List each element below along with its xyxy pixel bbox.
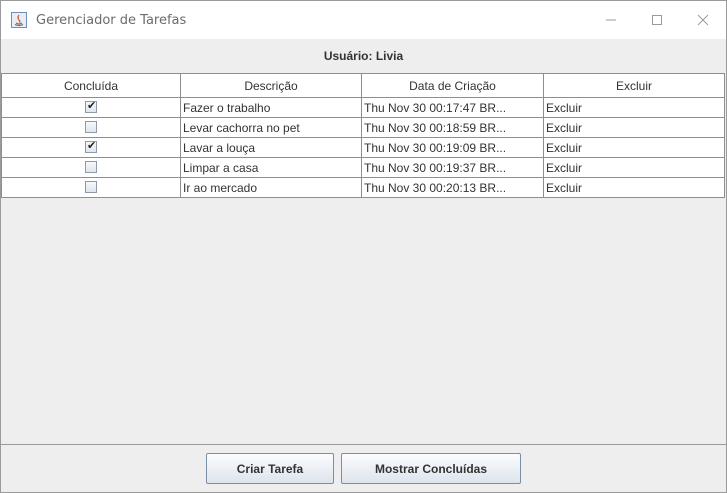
description-cell[interactable]: Fazer o trabalho [180,97,362,118]
created-cell[interactable]: Thu Nov 30 00:20:13 BR... [361,177,544,198]
done-cell[interactable] [1,97,181,118]
done-checkbox[interactable] [85,99,97,114]
header-descricao[interactable]: Descrição [180,73,362,98]
created-cell[interactable]: Thu Nov 30 00:17:47 BR... [361,97,544,118]
delete-cell[interactable]: Excluir [543,157,725,178]
close-button[interactable] [680,1,726,39]
description-cell[interactable]: Ir ao mercado [180,177,362,198]
minimize-icon [606,19,616,21]
user-label: Usuário: Livia [323,49,404,63]
delete-cell[interactable]: Excluir [543,177,725,198]
delete-cell[interactable]: Excluir [543,137,725,158]
app-window: Gerenciador de Tarefas Usuário: Livia Co… [0,0,727,493]
show-completed-button[interactable]: Mostrar Concluídas [341,453,521,484]
created-cell[interactable]: Thu Nov 30 00:19:09 BR... [361,137,544,158]
window-controls [588,1,726,39]
task-table-area: Concluída Descrição Data de Criação Excl… [1,73,726,445]
title-bar: Gerenciador de Tarefas [1,1,726,39]
table-row[interactable]: Ir ao mercado Thu Nov 30 00:20:13 BR... … [1,177,725,198]
table-row[interactable]: Levar cachorra no pet Thu Nov 30 00:18:5… [1,117,725,138]
window-title: Gerenciador de Tarefas [36,12,187,28]
done-cell[interactable] [1,157,181,178]
done-checkbox[interactable] [85,121,97,134]
created-cell[interactable]: Thu Nov 30 00:19:37 BR... [361,157,544,178]
table-row[interactable]: Fazer o trabalho Thu Nov 30 00:17:47 BR.… [1,97,725,118]
create-task-button[interactable]: Criar Tarefa [206,453,334,484]
header-concluida[interactable]: Concluída [1,73,181,98]
created-cell[interactable]: Thu Nov 30 00:18:59 BR... [361,117,544,138]
table-row[interactable]: Lavar a louça Thu Nov 30 00:19:09 BR... … [1,137,725,158]
java-app-icon [11,12,27,28]
button-bar: Criar Tarefa Mostrar Concluídas [1,445,726,492]
done-cell[interactable] [1,117,181,138]
done-checkbox[interactable] [85,139,97,154]
description-cell[interactable]: Lavar a louça [180,137,362,158]
maximize-icon [652,15,662,25]
done-cell[interactable] [1,177,181,198]
done-cell[interactable] [1,137,181,158]
minimize-button[interactable] [588,1,634,39]
table-header-row: Concluída Descrição Data de Criação Excl… [1,73,725,98]
delete-cell[interactable]: Excluir [543,117,725,138]
description-cell[interactable]: Levar cachorra no pet [180,117,362,138]
description-cell[interactable]: Limpar a casa [180,157,362,178]
done-checkbox[interactable] [85,181,97,194]
close-icon [697,14,709,26]
done-checkbox[interactable] [85,161,97,174]
task-table: Concluída Descrição Data de Criação Excl… [1,73,725,198]
header-excluir[interactable]: Excluir [543,73,725,98]
maximize-button[interactable] [634,1,680,39]
table-row[interactable]: Limpar a casa Thu Nov 30 00:19:37 BR... … [1,157,725,178]
header-data-criacao[interactable]: Data de Criação [361,73,544,98]
delete-cell[interactable]: Excluir [543,97,725,118]
